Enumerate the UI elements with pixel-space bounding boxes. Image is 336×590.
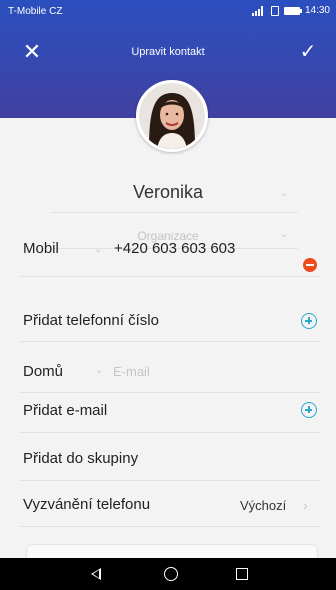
email-input[interactable]: E-mail (113, 364, 150, 379)
add-phone-label[interactable]: Přidat telefonní číslo (23, 312, 159, 329)
carrier-name: T-Mobile CZ (8, 6, 63, 17)
phone-input[interactable]: +420 603 603 603 (114, 240, 235, 257)
check-icon[interactable]: ✓ (296, 40, 320, 64)
divider (20, 432, 320, 433)
page-title: Upravit kontakt (131, 46, 205, 58)
chevron-down-icon[interactable]: ⌄ (94, 244, 102, 255)
back-icon[interactable] (91, 568, 101, 580)
divider (20, 392, 320, 393)
nav-bar (0, 558, 336, 590)
divider (50, 212, 298, 213)
avatar[interactable] (136, 80, 208, 152)
signal-icon (251, 5, 266, 16)
divider (20, 480, 320, 481)
clock: 14:30 (304, 5, 330, 16)
chevron-right-icon[interactable]: › (303, 497, 308, 513)
chevron-down-icon[interactable]: ⌄ (280, 229, 288, 240)
chevron-down-icon[interactable]: ⌄ (95, 365, 103, 376)
add-email-label[interactable]: Přidat e-mail (23, 402, 107, 419)
status-icons: 14:30 (251, 5, 330, 16)
battery-icon (283, 6, 302, 15)
status-bar: T-Mobile CZ 14:30 (0, 0, 336, 22)
contact-photo (139, 83, 205, 149)
divider (20, 341, 320, 342)
ringtone-label[interactable]: Vyzvánění telefonu (23, 496, 150, 513)
phone-type-label[interactable]: Mobil (23, 240, 59, 257)
ringtone-value[interactable]: Výchozí (240, 498, 286, 513)
divider (20, 526, 320, 527)
email-type-label[interactable]: Domů (23, 363, 63, 380)
sim-icon (270, 5, 279, 16)
add-group-label[interactable]: Přidat do skupiny (23, 450, 138, 467)
divider (20, 276, 320, 277)
home-icon[interactable] (164, 567, 178, 581)
add-email-icon[interactable] (301, 402, 317, 418)
recent-apps-icon[interactable] (236, 568, 248, 580)
chevron-down-icon[interactable]: ⌄ (280, 188, 288, 199)
add-phone-icon[interactable] (301, 313, 317, 329)
remove-icon[interactable] (303, 258, 317, 272)
